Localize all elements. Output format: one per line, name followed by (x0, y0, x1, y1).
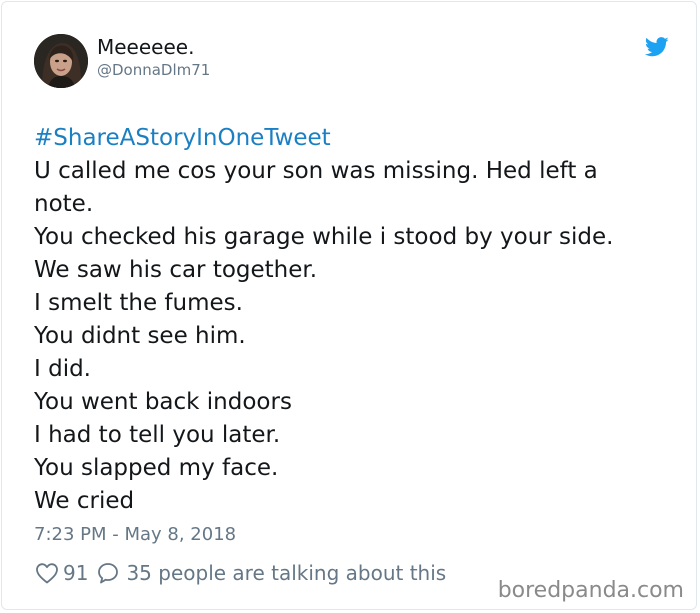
display-name[interactable]: Meeeeee. (97, 35, 194, 59)
tweet-line: We cried (34, 488, 135, 514)
tweet-line: You didnt see him. (34, 323, 246, 349)
talking-about-link[interactable]: 35 people are talking about this (126, 561, 446, 585)
tweet-line: I had to tell you later. (34, 422, 281, 448)
twitter-bird-icon[interactable] (644, 36, 669, 58)
tweet-body: #ShareAStoryInOneTweet U called me cos y… (34, 122, 674, 518)
hashtag-link[interactable]: #ShareAStoryInOneTweet (34, 122, 674, 155)
tweet-line: You went back indoors (34, 389, 292, 415)
tweet-line: I smelt the fumes. (34, 290, 243, 316)
watermark: boredpanda.com (497, 578, 684, 603)
tweet-actions: 91 35 people are talking about this (35, 560, 446, 586)
user-handle[interactable]: @DonnaDlm71 (97, 61, 210, 79)
tweet-line: I did. (34, 356, 91, 382)
like-count[interactable]: 91 (63, 561, 88, 585)
tweet-line: note. (34, 191, 94, 217)
heart-icon[interactable] (35, 562, 59, 584)
tweet-line: You slapped my face. (34, 455, 279, 481)
tweet-line: You checked his garage while i stood by … (34, 224, 614, 250)
tweet-timestamp[interactable]: 7:23 PM - May 8, 2018 (34, 524, 236, 546)
avatar[interactable] (34, 34, 88, 88)
speech-bubble-icon[interactable] (96, 561, 120, 585)
avatar-image (34, 34, 88, 88)
tweet-card: Meeeeee. @DonnaDlm71 #ShareAStoryInOneTw… (1, 1, 697, 610)
tweet-line: We saw his car together. (34, 257, 318, 283)
tweet-line: U called me cos your son was missing. He… (34, 158, 598, 184)
